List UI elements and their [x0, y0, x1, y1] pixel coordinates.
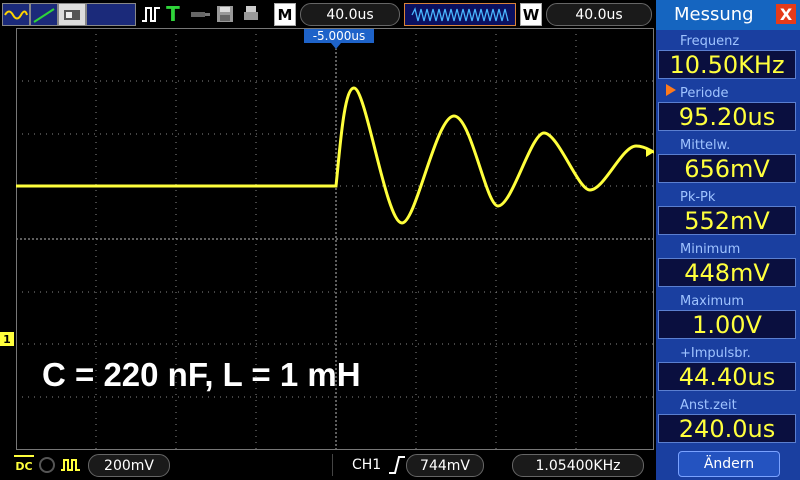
measure-label-minimum: Minimum [680, 242, 741, 257]
measure-label-pk-pk: Pk-Pk [680, 190, 716, 205]
change-button[interactable]: Ändern [678, 451, 780, 477]
volts-per-div[interactable]: 200mV [88, 454, 170, 477]
invert-icon[interactable] [60, 456, 82, 478]
measure-value-pk-pk[interactable]: 552mV [658, 206, 796, 235]
trigger-t-icon[interactable]: T [164, 2, 182, 26]
dc-coupling-icon[interactable]: DC [14, 455, 34, 477]
measure-value-periode[interactable]: 95.20us [658, 102, 796, 131]
blank-slot [86, 3, 136, 26]
panel-header: Messung X [656, 0, 800, 30]
panel-title: Messung [674, 4, 754, 25]
window-timebase-label[interactable]: W [520, 3, 542, 26]
status-bar: DC 200mV CH1 744mV 1.05400KHz [0, 450, 656, 480]
frequency-counter: 1.05400KHz [512, 454, 644, 477]
measure-value-impulsbr[interactable]: 44.40us [658, 362, 796, 391]
window-waveform-icon[interactable] [404, 3, 516, 26]
divider [332, 454, 333, 476]
component-annotation: C = 220 nF, L = 1 mH [42, 356, 361, 393]
measure-value-anstzeit[interactable]: 240.0us [658, 414, 796, 443]
save-disk-icon[interactable] [214, 3, 236, 24]
selected-arrow-icon [666, 84, 676, 96]
print-icon[interactable] [240, 3, 262, 24]
measure-label-anstzeit: Anst.zeit [680, 398, 737, 413]
trace-ch1 [16, 86, 655, 225]
measure-label-frequenz: Frequenz [680, 34, 740, 49]
trigger-offset-flag[interactable]: -5.000us [304, 29, 374, 43]
trigger-source[interactable]: CH1 [352, 457, 381, 473]
measure-value-frequenz[interactable]: 10.50KHz [658, 50, 796, 79]
measure-label-mittelw: Mittelw. [680, 138, 731, 153]
trigger-level[interactable]: 744mV [406, 454, 484, 477]
rising-edge-icon[interactable] [388, 455, 406, 479]
measurement-panel: Messung X Frequenz 10.50KHz Periode 95.2… [656, 0, 800, 480]
window-timebase[interactable]: 40.0us [546, 3, 652, 26]
waveform-icon[interactable] [2, 3, 30, 26]
measure-label-periode: Periode [680, 86, 729, 101]
bandwidth-icon[interactable] [38, 456, 56, 478]
measure-label-impulsbr: +Impulsbr. [680, 346, 751, 361]
image-icon[interactable] [58, 3, 86, 26]
close-button[interactable]: X [776, 4, 796, 24]
measure-label-maximum: Maximum [680, 294, 745, 309]
probe-icon[interactable] [188, 3, 212, 24]
channel-1-marker[interactable]: 1 [0, 332, 14, 346]
main-timebase[interactable]: 40.0us [300, 3, 400, 26]
ramp-icon[interactable] [30, 3, 58, 26]
measure-value-minimum[interactable]: 448mV [658, 258, 796, 287]
main-timebase-label[interactable]: M [274, 3, 296, 26]
pulse-icon[interactable] [140, 3, 162, 24]
measure-value-maximum[interactable]: 1.00V [658, 310, 796, 339]
measure-value-mittelw[interactable]: 656mV [658, 154, 796, 183]
top-toolbar: T M 40.0us W 40.0us [0, 0, 656, 28]
trigger-position-marker [331, 43, 341, 49]
